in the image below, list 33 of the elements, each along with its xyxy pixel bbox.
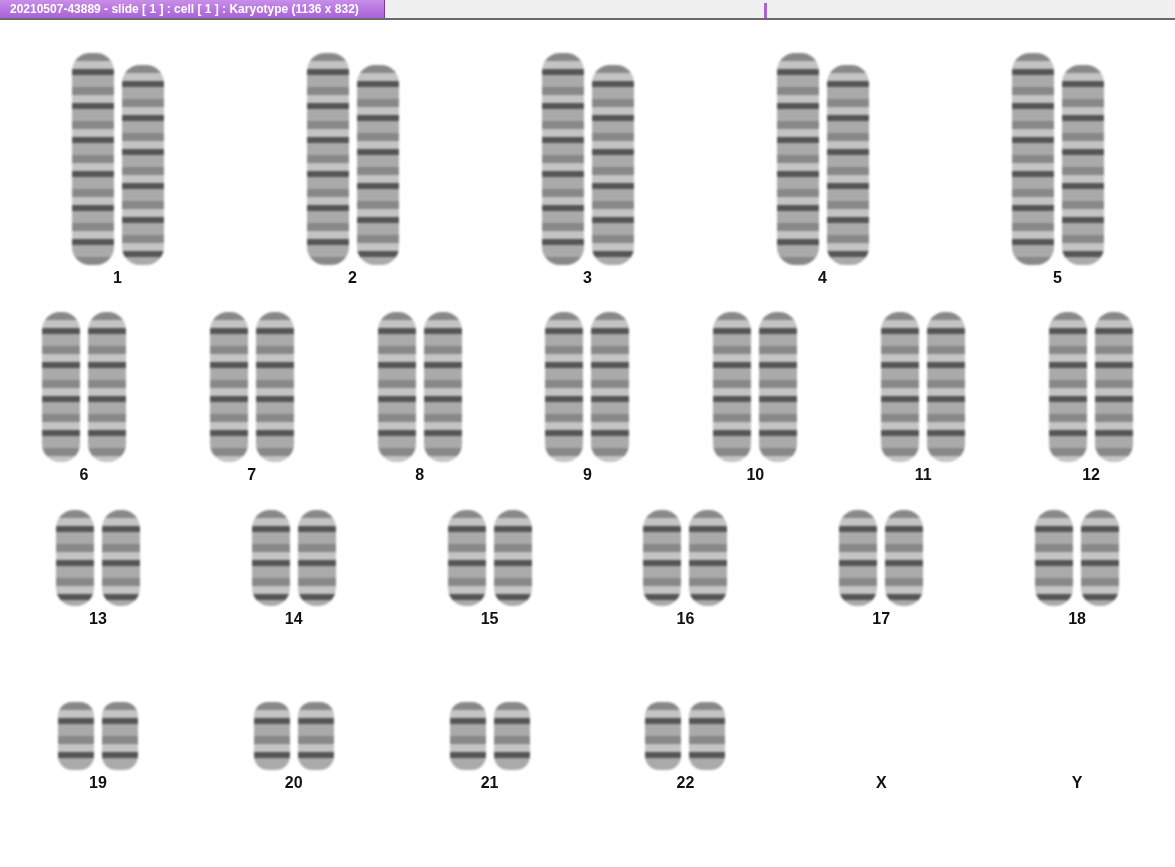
chromosome-number: 22 [676, 774, 695, 792]
chromosome-number: 18 [1068, 610, 1086, 628]
chromosome-number: 2 [348, 269, 357, 287]
chromosome-number: 16 [676, 610, 695, 628]
chromosome-drawing [297, 702, 334, 770]
chromosome-number: 13 [89, 610, 107, 628]
chromosome-number: 17 [872, 610, 891, 628]
chromosome-drawing [253, 702, 290, 770]
chromosome-number: 7 [247, 466, 257, 484]
chromosome-number: 11 [914, 466, 932, 484]
chromosome-number: 9 [583, 466, 592, 484]
chromosome-number: 21 [480, 774, 499, 792]
chromosome-number: 10 [746, 466, 765, 484]
chromosome-drawing [493, 702, 530, 770]
chromosome-drawing [689, 702, 726, 770]
chromosome-drawing [449, 702, 486, 770]
window-tab[interactable]: 20210507-43889 - slide [ 1 ] : cell [ 1 ] : Karyotype (1136 x 832) [0, 0, 385, 18]
chromosome-number: 20 [284, 774, 303, 792]
chromosome-number: 14 [284, 610, 303, 628]
chromosome-number: 6 [79, 466, 89, 484]
chromosome-number: 4 [818, 269, 827, 287]
chromosome-number: X [875, 774, 887, 792]
chromosome-number: 15 [480, 610, 499, 628]
chromosome-drawing [57, 702, 94, 770]
chromosome-number: 12 [1082, 466, 1100, 484]
chromosome-number: 8 [415, 466, 425, 484]
chromosome-number: 1 [113, 269, 122, 287]
chromosome-number: 5 [1053, 269, 1062, 287]
chromosome-number: 19 [89, 774, 107, 792]
chromosome-number: Y [1071, 774, 1083, 792]
chromosome-drawing [645, 702, 682, 770]
chromosome-drawing [101, 702, 138, 770]
chromosome-number: 3 [583, 269, 592, 287]
